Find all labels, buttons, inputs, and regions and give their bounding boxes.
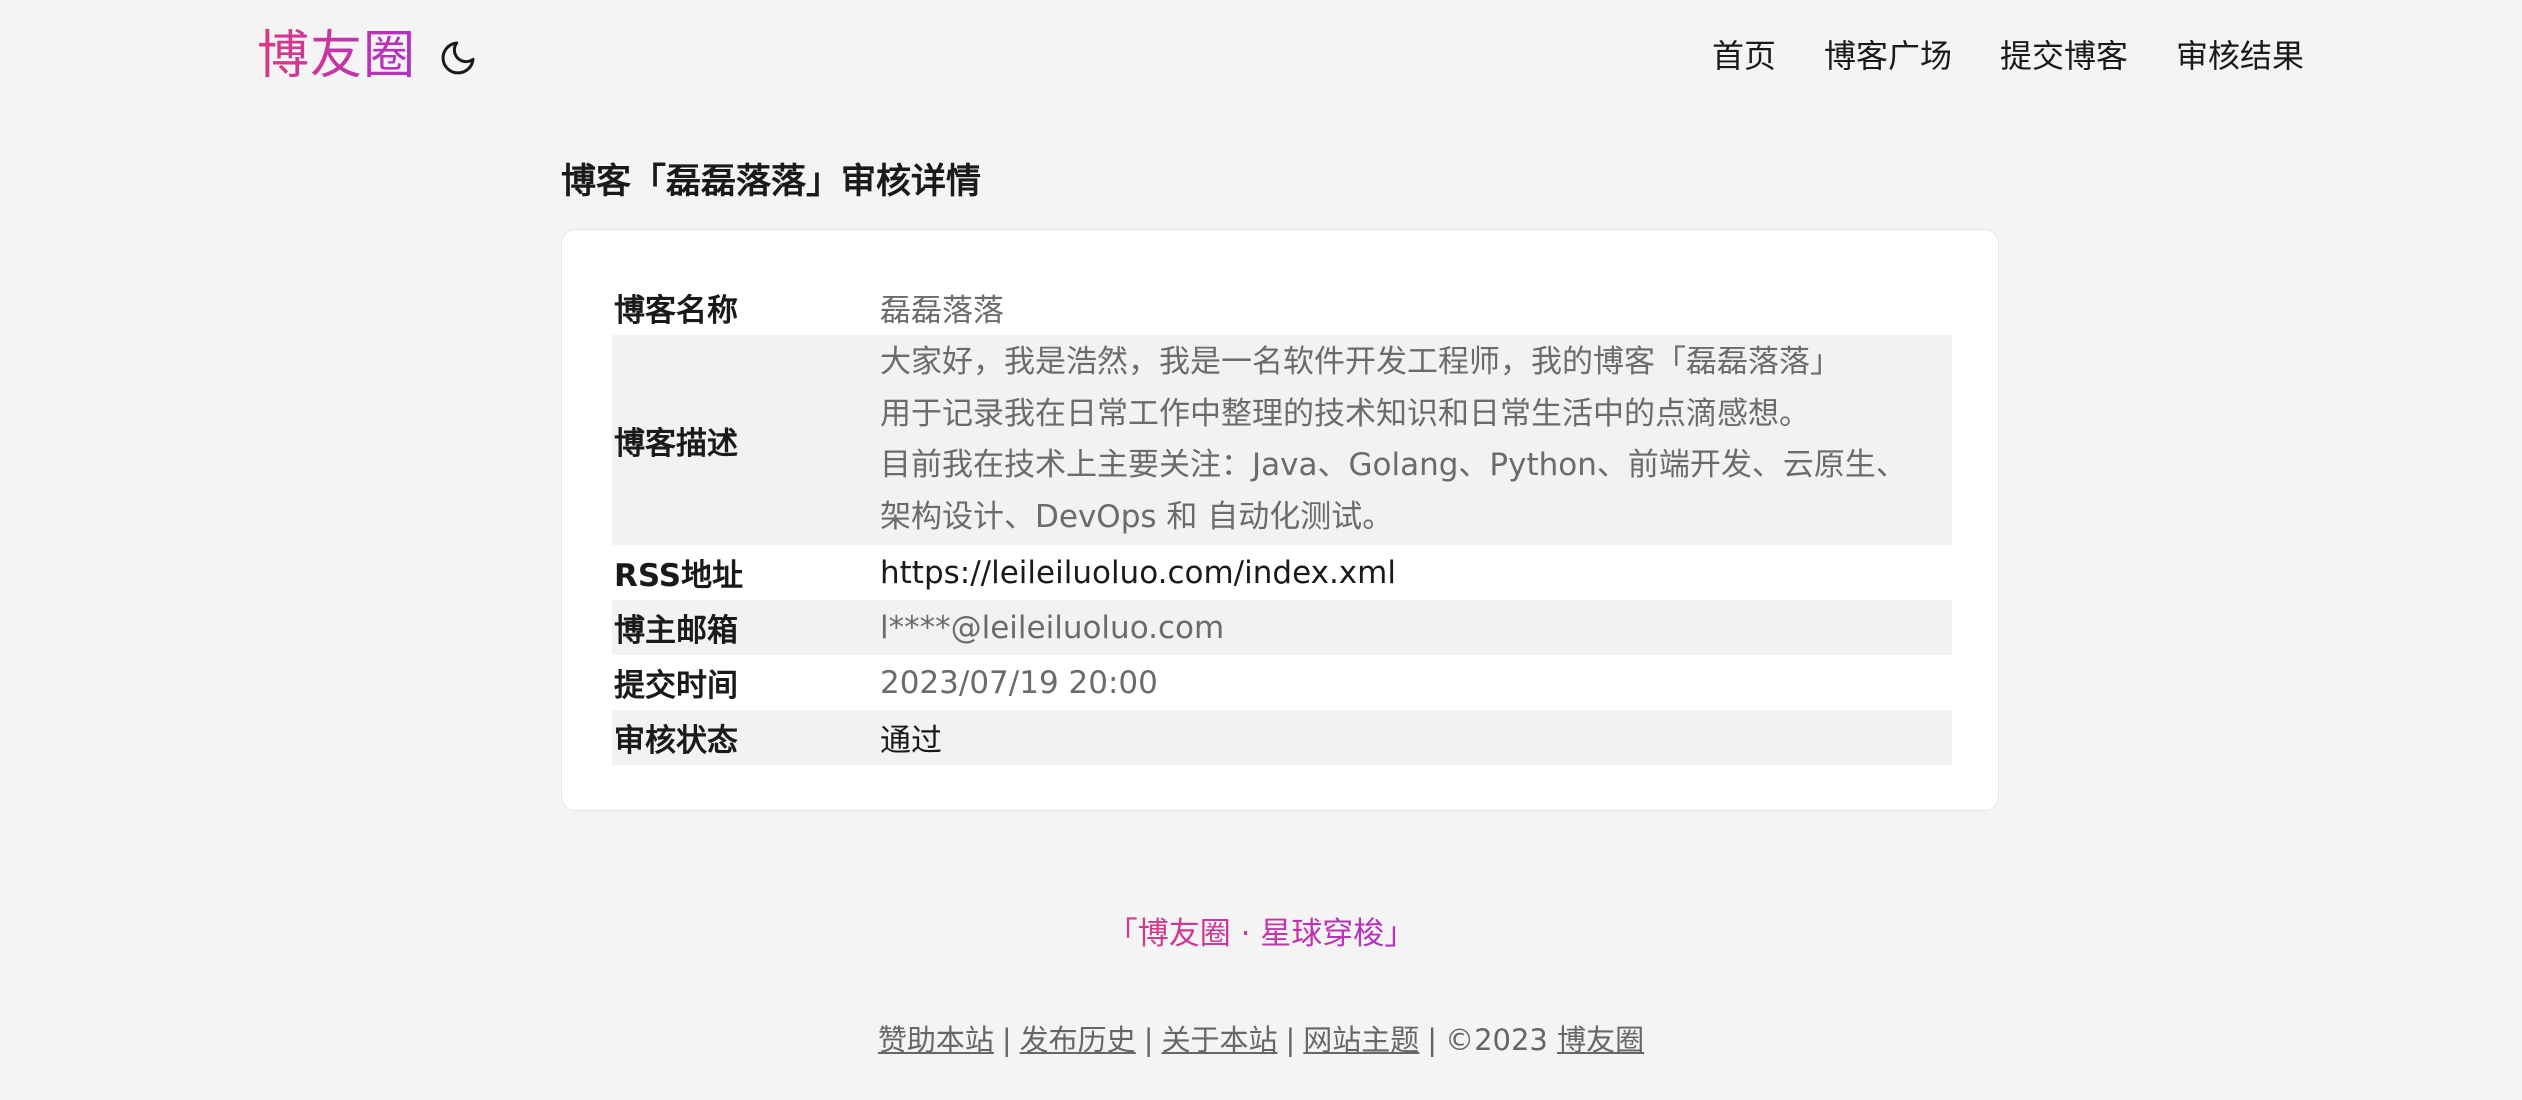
description-line: 用于记录我在日常工作中整理的技术知识和日常生活中的点滴感想。 (880, 395, 1810, 432)
description-line: 大家好，我是浩然，我是一名软件开发工程师，我的博客「磊磊落落」 (880, 344, 1841, 380)
nav-submit-blog[interactable]: 提交博客 (2000, 32, 2128, 80)
copyright-text: ©2023 (1445, 1023, 1548, 1057)
blog-name-value: 磊磊落落 (880, 293, 1004, 329)
page-title: 博客「磊磊落落」审核详情 (561, 162, 982, 202)
row-blog-description: 博客描述 大家好，我是浩然，我是一名软件开发工程师，我的博客「磊磊落落」 用于记… (612, 335, 1952, 545)
row-rss-url: RSS地址 https://leileiluoluo.com/index.xml (612, 545, 1952, 600)
nav-review-results[interactable]: 审核结果 (2176, 32, 2304, 80)
row-submit-time: 提交时间 2023/07/19 20:00 (612, 655, 1952, 710)
footer-separator: | (1143, 1023, 1154, 1057)
footer-slogan-text: 「博友圈 · 星球穿梭」 (1106, 916, 1416, 952)
blogger-email-value: l****@leileiluoluo.com (880, 609, 1225, 646)
footer-link-sponsor[interactable]: 赞助本站 (878, 1023, 994, 1057)
submit-time-label: 提交时间 (614, 668, 738, 704)
footer-link-release-history[interactable]: 发布历史 (1020, 1023, 1136, 1057)
site-header: 博友圈 首页 博客广场 提交博客 审核结果 (0, 0, 2522, 115)
footer-links: 赞助本站 | 发布历史 | 关于本站 | 网站主题 | ©2023 博友圈 (0, 1016, 2522, 1064)
footer-separator: | (1427, 1023, 1438, 1057)
review-status-value: 通过 (880, 723, 942, 759)
submit-time-value: 2023/07/19 20:00 (880, 664, 1158, 701)
moon-icon[interactable] (438, 38, 478, 78)
row-blogger-email: 博主邮箱 l****@leileiluoluo.com (612, 600, 1952, 655)
description-line: 架构设计、DevOps 和 自动化测试。 (880, 498, 1394, 535)
rss-url-label: RSS地址 (614, 558, 744, 594)
review-detail-table: 博客名称 磊磊落落 博客描述 大家好，我是浩然，我是一名软件开发工程师，我的博客… (612, 280, 1952, 765)
nav-home[interactable]: 首页 (1712, 32, 1776, 80)
footer-separator: | (1001, 1023, 1012, 1057)
blog-description-value: 大家好，我是浩然，我是一名软件开发工程师，我的博客「磊磊落落」 用于记录我在日常… (880, 335, 1952, 545)
blog-name-label: 博客名称 (614, 293, 738, 329)
nav-blog-square[interactable]: 博客广场 (1824, 32, 1952, 80)
footer-link-about[interactable]: 关于本站 (1161, 1023, 1277, 1057)
description-line: 目前我在技术上主要关注：Java、Golang、Python、前端开发、云原生、 (880, 447, 1907, 483)
footer-separator: | (1285, 1023, 1296, 1057)
footer-link-boyouquan[interactable]: 博友圈 (1557, 1023, 1644, 1057)
rss-url-value[interactable]: https://leileiluoluo.com/index.xml (880, 545, 1952, 600)
footer-link-site-theme[interactable]: 网站主题 (1303, 1023, 1419, 1057)
review-status-label: 审核状态 (614, 723, 738, 759)
blog-description-label: 博客描述 (614, 425, 738, 462)
row-review-status: 审核状态 通过 (612, 710, 1952, 765)
blogger-email-label: 博主邮箱 (614, 613, 738, 649)
review-detail-card: 博客名称 磊磊落落 博客描述 大家好，我是浩然，我是一名软件开发工程师，我的博客… (561, 229, 1999, 811)
main-nav: 首页 博客广场 提交博客 审核结果 (1712, 32, 2304, 80)
footer-slogan: 「博友圈 · 星球穿梭」 (0, 910, 2522, 958)
site-logo[interactable]: 博友圈 (257, 22, 416, 90)
row-blog-name: 博客名称 磊磊落落 (612, 280, 1952, 335)
